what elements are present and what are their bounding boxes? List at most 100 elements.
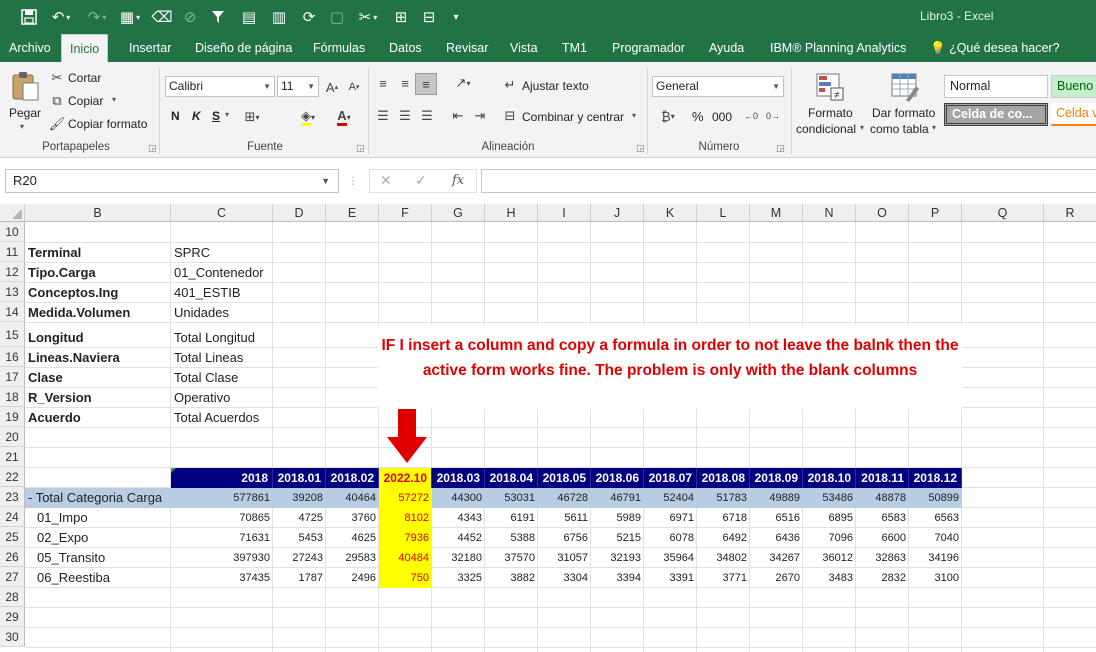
- customize-toolbar-icon[interactable]: ▾: [448, 7, 464, 27]
- value-cell[interactable]: 37435: [171, 568, 273, 588]
- value-cell[interactable]: 397930: [171, 548, 273, 568]
- row-header[interactable]: 16: [0, 347, 25, 367]
- column-header-k[interactable]: K: [644, 204, 697, 222]
- sheet-icon[interactable]: ▥: [268, 7, 290, 27]
- align-right-icon[interactable]: ☰: [418, 107, 436, 125]
- table-header-cell[interactable]: 2018.08: [697, 468, 750, 488]
- value-cell[interactable]: 51783: [697, 488, 750, 508]
- tab-datos[interactable]: Datos: [381, 34, 430, 62]
- category-row-label[interactable]: 05_Transito: [25, 548, 171, 568]
- conditional-format-dropdown-icon[interactable]: ▾: [860, 123, 864, 132]
- grow-font-icon[interactable]: A ▴: [323, 78, 341, 96]
- value-cell[interactable]: 5453: [273, 528, 326, 548]
- merge-dropdown-icon[interactable]: ▾: [632, 111, 636, 120]
- value-cell[interactable]: 34267: [750, 548, 803, 568]
- value-cell[interactable]: 5388: [485, 528, 538, 548]
- undo-icon[interactable]: ↶ ▾: [48, 7, 74, 27]
- value-cell[interactable]: 5215: [591, 528, 644, 548]
- conditional-format-line1[interactable]: Formato: [808, 106, 853, 120]
- redo-icon[interactable]: ↷ ▾: [84, 7, 110, 27]
- align-top-icon[interactable]: ≡: [374, 74, 392, 92]
- value-cell[interactable]: 2670: [750, 568, 803, 588]
- row-header[interactable]: 21: [0, 447, 25, 467]
- cut-button[interactable]: Cortar: [68, 71, 101, 85]
- value-cell[interactable]: 49889: [750, 488, 803, 508]
- row-header[interactable]: 13: [0, 282, 25, 302]
- row-header[interactable]: 19: [0, 407, 25, 427]
- tab-ayuda[interactable]: Ayuda: [701, 34, 752, 62]
- clipboard-launcher-icon[interactable]: ◲: [148, 143, 157, 154]
- row-header[interactable]: 26: [0, 547, 25, 567]
- table-header-cell[interactable]: 2018.05: [538, 468, 591, 488]
- column-header-j[interactable]: J: [591, 204, 644, 222]
- value-cell[interactable]: 577861: [171, 488, 273, 508]
- dimension-label[interactable]: Conceptos.Ing: [25, 283, 171, 303]
- value-cell[interactable]: 5989: [591, 508, 644, 528]
- value-cell[interactable]: 34802: [697, 548, 750, 568]
- value-cell[interactable]: 27243: [273, 548, 326, 568]
- value-cell[interactable]: 46728: [538, 488, 591, 508]
- value-cell[interactable]: 32180: [432, 548, 485, 568]
- increase-indent-icon[interactable]: ⇥: [471, 107, 489, 125]
- row-header[interactable]: 15: [0, 322, 25, 347]
- copy-button[interactable]: Copiar: [68, 94, 103, 108]
- tab-archivo[interactable]: Archivo: [1, 34, 59, 62]
- value-cell[interactable]: 40464: [326, 488, 379, 508]
- tree-icon[interactable]: ⊞: [390, 7, 412, 27]
- dimension-label[interactable]: R_Version: [25, 388, 171, 408]
- table-header-cell[interactable]: 2018.04: [485, 468, 538, 488]
- form-icon[interactable]: ▤: [238, 7, 260, 27]
- style-celda-v[interactable]: Celda v: [1051, 103, 1096, 126]
- value-cell[interactable]: 3391: [644, 568, 697, 588]
- row-header[interactable]: 23: [0, 487, 25, 507]
- align-middle-icon[interactable]: ≡: [396, 74, 414, 92]
- dimension-value[interactable]: Unidades: [171, 303, 273, 323]
- column-header-e[interactable]: E: [326, 204, 379, 222]
- table-header-cell[interactable]: 2018.12: [909, 468, 962, 488]
- column-header-i[interactable]: I: [538, 204, 591, 222]
- copy-dropdown-icon[interactable]: ▾: [112, 95, 116, 104]
- conditional-format-line2[interactable]: condicional: [796, 122, 856, 136]
- value-cell[interactable]: 4725: [273, 508, 326, 528]
- paste-button[interactable]: Pegar: [9, 106, 41, 120]
- format-as-table-line1[interactable]: Dar formato: [872, 106, 935, 120]
- hierarchy-icon[interactable]: ⊟: [418, 7, 440, 27]
- value-cell[interactable]: 6895: [803, 508, 856, 528]
- tab-insertar[interactable]: Insertar: [121, 34, 179, 62]
- value-cell[interactable]: 3100: [909, 568, 962, 588]
- row-header[interactable]: 10: [0, 222, 25, 242]
- style-normal[interactable]: Normal: [944, 75, 1048, 98]
- font-color-icon[interactable]: A ▾: [330, 108, 358, 126]
- column-header-n[interactable]: N: [803, 204, 856, 222]
- tab-tm1[interactable]: TM1: [554, 34, 595, 62]
- table-header-cell[interactable]: 2018.01: [273, 468, 326, 488]
- clear-filter-icon[interactable]: ⊘: [180, 7, 200, 27]
- highlighted-value-cell[interactable]: 750: [379, 568, 432, 588]
- align-left-icon[interactable]: ☰: [374, 107, 392, 125]
- style-celda-de[interactable]: Celda de co...: [944, 103, 1048, 126]
- tab-revisar[interactable]: Revisar: [438, 34, 496, 62]
- value-cell[interactable]: 70865: [171, 508, 273, 528]
- value-cell[interactable]: 6600: [856, 528, 909, 548]
- value-cell[interactable]: 52404: [644, 488, 697, 508]
- tab-vista[interactable]: Vista: [502, 34, 546, 62]
- decrease-decimal-icon[interactable]: 0→: [764, 107, 782, 125]
- highlighted-value-cell[interactable]: 40484: [379, 548, 432, 568]
- column-header-q[interactable]: Q: [962, 204, 1044, 222]
- value-cell[interactable]: 44300: [432, 488, 485, 508]
- borders-icon[interactable]: ▦ ▾: [116, 7, 144, 27]
- value-cell[interactable]: 2832: [856, 568, 909, 588]
- column-header-h[interactable]: H: [485, 204, 538, 222]
- value-cell[interactable]: 71631: [171, 528, 273, 548]
- value-cell[interactable]: 53031: [485, 488, 538, 508]
- dimension-value[interactable]: Total Longitud: [171, 328, 273, 348]
- column-header-b[interactable]: B: [25, 204, 171, 222]
- value-cell[interactable]: 37570: [485, 548, 538, 568]
- value-cell[interactable]: 36012: [803, 548, 856, 568]
- style-bueno[interactable]: Bueno: [1051, 75, 1096, 98]
- value-cell[interactable]: 3882: [485, 568, 538, 588]
- tab-inicio[interactable]: Inicio: [61, 34, 109, 62]
- value-cell[interactable]: 53486: [803, 488, 856, 508]
- value-cell[interactable]: 4625: [326, 528, 379, 548]
- value-cell[interactable]: 31057: [538, 548, 591, 568]
